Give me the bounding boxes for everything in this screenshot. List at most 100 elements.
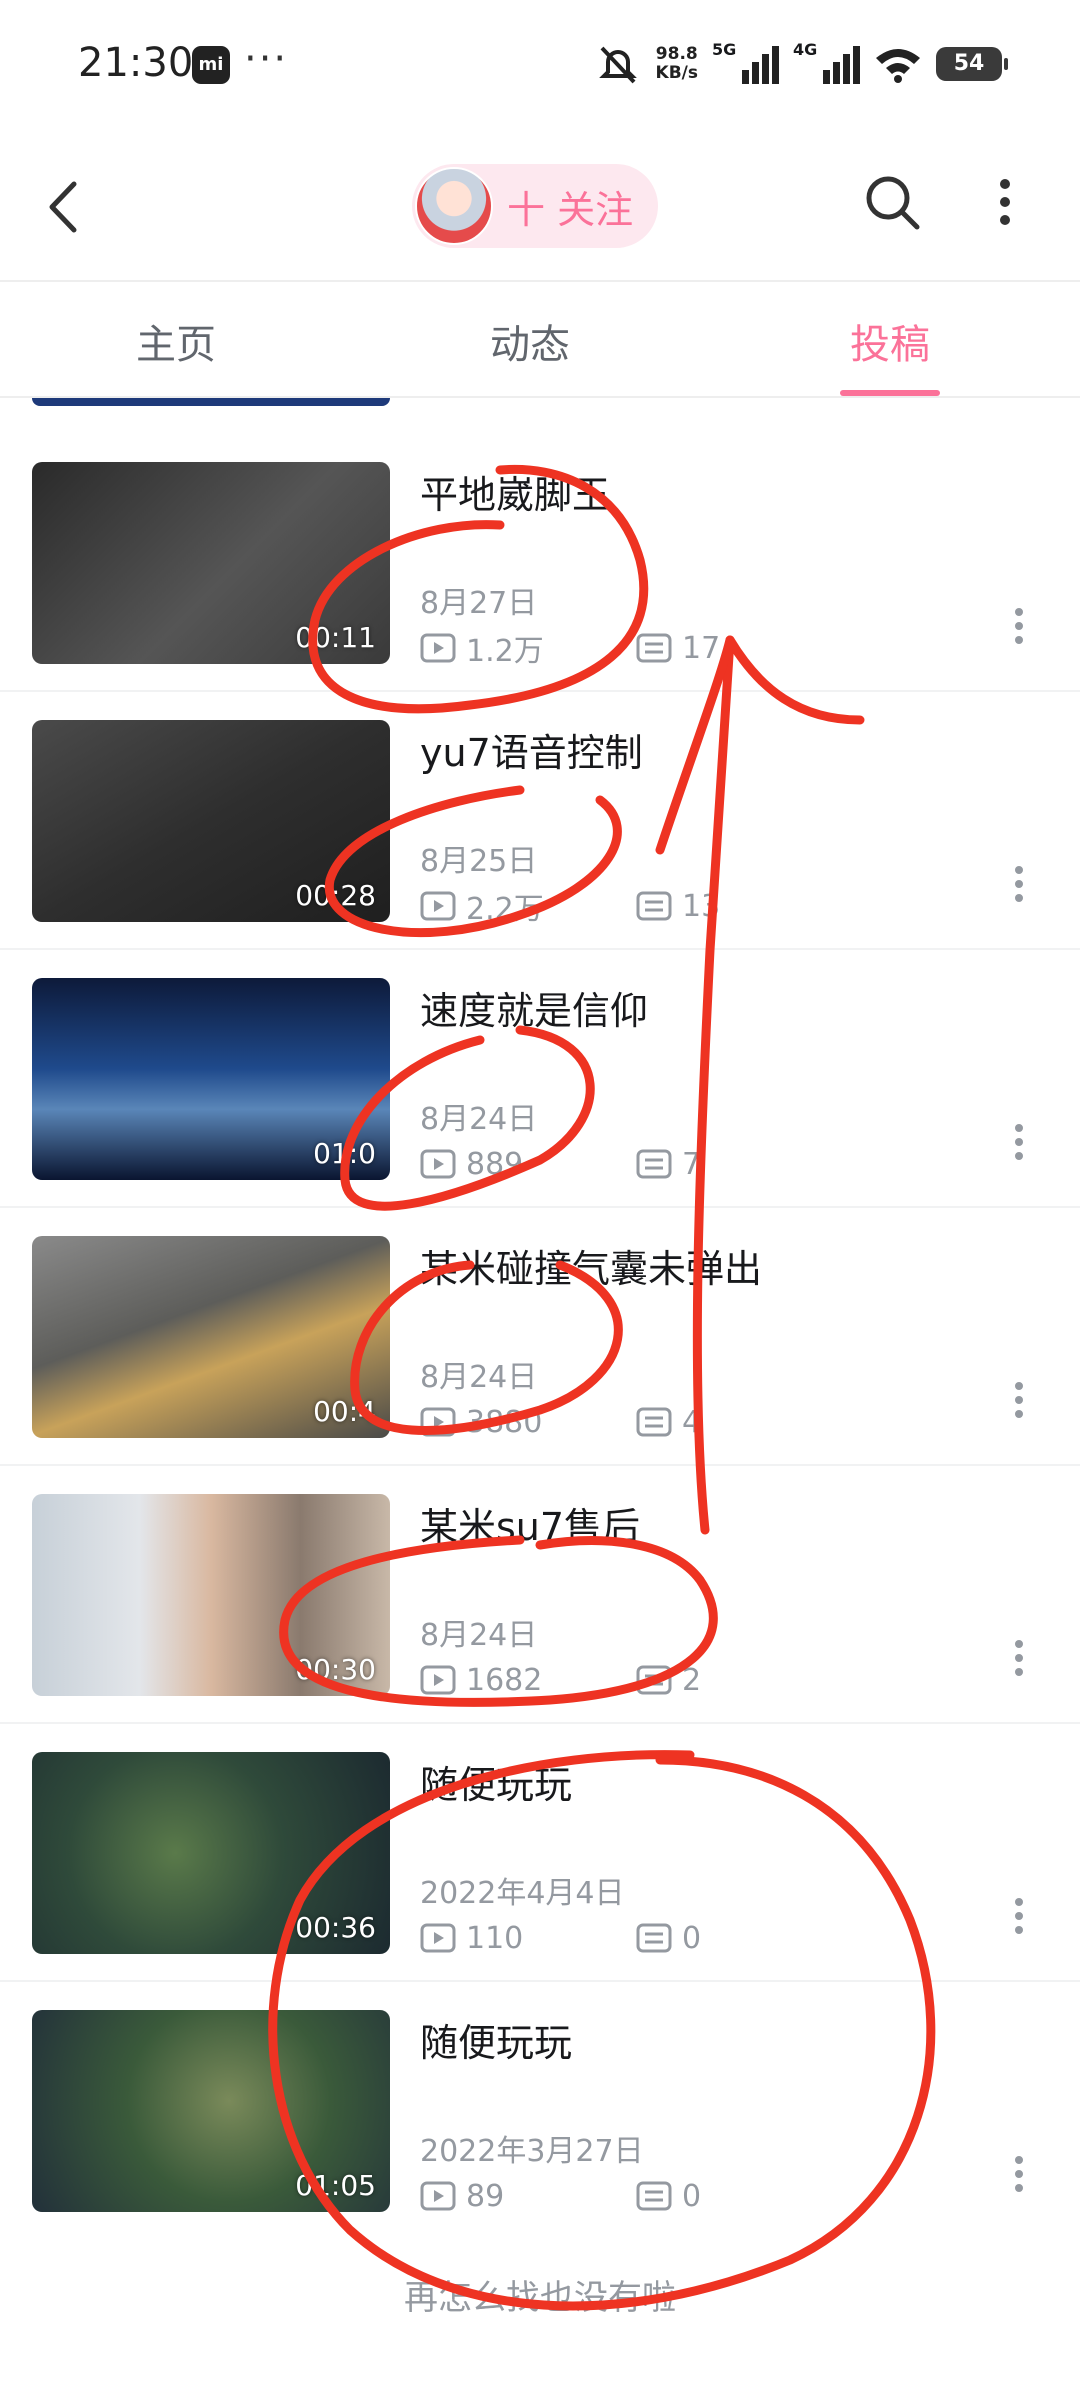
play-count-icon bbox=[420, 633, 456, 663]
danmaku-count-icon bbox=[636, 891, 672, 921]
end-of-list-text: 再怎么找也没有啦 bbox=[404, 2278, 676, 2318]
comment-count: 7 bbox=[682, 1146, 702, 1182]
tab-dynamics[interactable]: 动态 bbox=[490, 312, 570, 370]
tab-home[interactable]: 主页 bbox=[136, 312, 216, 370]
item-more-icon[interactable] bbox=[1014, 606, 1024, 646]
video-item[interactable]: 00:11 平地崴脚王 8月27日 1.2万 17 bbox=[0, 434, 1080, 692]
danmaku-count-icon bbox=[636, 1407, 672, 1437]
play-count-icon bbox=[420, 1407, 456, 1437]
item-more-icon[interactable] bbox=[1014, 1122, 1024, 1162]
video-date: 8月24日 bbox=[420, 1360, 538, 1395]
video-comments: 13 bbox=[636, 886, 720, 926]
video-date: 8月25日 bbox=[420, 844, 538, 879]
network-speed-value: 98.8 bbox=[655, 44, 698, 64]
view-count: 2.2万 bbox=[466, 892, 544, 927]
video-thumbnail[interactable]: 00:11 bbox=[32, 462, 390, 664]
video-thumbnail[interactable]: 00:36 bbox=[32, 1752, 390, 1954]
video-duration: 01:05 bbox=[295, 2169, 376, 2202]
video-comments: 0 bbox=[636, 2176, 701, 2216]
follow-button[interactable]: 十 关注 bbox=[412, 164, 658, 248]
view-count: 3880 bbox=[466, 1404, 543, 1440]
item-more-icon[interactable] bbox=[1014, 1638, 1024, 1678]
video-item[interactable]: 00:4 某米碰撞气囊未弹出 8月24日 3880 4 bbox=[0, 1208, 1080, 1466]
play-count-icon bbox=[420, 1923, 456, 1953]
item-more-icon[interactable] bbox=[1014, 1380, 1024, 1420]
video-views: 110 bbox=[420, 1918, 523, 1958]
video-list[interactable]: 00:11 平地崴脚王 8月27日 1.2万 17 00:28 yu7语音控制 … bbox=[0, 398, 1080, 2348]
video-comments: 2 bbox=[636, 1660, 701, 1700]
video-duration: 01:0 bbox=[313, 1137, 376, 1170]
video-thumbnail[interactable]: 00:30 bbox=[32, 1494, 390, 1696]
item-more-icon[interactable] bbox=[1014, 2154, 1024, 2194]
play-count-icon bbox=[420, 2181, 456, 2211]
video-title[interactable]: 速度就是信仰 bbox=[420, 980, 648, 1035]
video-comments: 7 bbox=[636, 1144, 701, 1184]
video-title[interactable]: yu7语音控制 bbox=[420, 722, 643, 777]
video-views: 889 bbox=[420, 1144, 523, 1184]
comment-count: 13 bbox=[682, 888, 721, 924]
video-date: 2022年3月27日 bbox=[420, 2134, 644, 2169]
play-count-icon bbox=[420, 1665, 456, 1695]
mute-bell-icon bbox=[598, 46, 637, 84]
video-duration: 00:4 bbox=[313, 1395, 376, 1428]
back-icon[interactable] bbox=[40, 172, 90, 242]
video-item[interactable]: 01:0 速度就是信仰 8月24日 889 7 bbox=[0, 950, 1080, 1208]
video-date: 8月24日 bbox=[420, 1102, 538, 1137]
uploader-avatar[interactable] bbox=[415, 167, 493, 245]
video-item[interactable]: 00:36 随便玩玩 2022年4月4日 110 0 bbox=[0, 1724, 1080, 1982]
danmaku-count-icon bbox=[636, 1665, 672, 1695]
wifi-icon bbox=[876, 49, 920, 83]
video-item[interactable]: 00:28 yu7语音控制 8月25日 2.2万 13 bbox=[0, 692, 1080, 950]
danmaku-count-icon bbox=[636, 1923, 672, 1953]
status-bar: 21:30 mi ··· 98.8 KB/s 5G 4G 54 bbox=[0, 0, 1080, 130]
profile-tabs: 主页 动态 投稿 bbox=[0, 280, 1080, 398]
video-date: 8月24日 bbox=[420, 1618, 538, 1653]
comment-count: 4 bbox=[682, 1404, 702, 1440]
view-count: 89 bbox=[466, 2178, 505, 2214]
video-comments: 17 bbox=[636, 628, 720, 668]
video-title[interactable]: 平地崴脚王 bbox=[420, 464, 610, 519]
danmaku-count-icon bbox=[636, 633, 672, 663]
signal-sim1-icon: 5G bbox=[712, 40, 779, 84]
comment-count: 2 bbox=[682, 1662, 702, 1698]
video-title[interactable]: 随便玩玩 bbox=[420, 2012, 572, 2067]
video-duration: 00:36 bbox=[295, 1911, 376, 1944]
video-views: 89 bbox=[420, 2176, 504, 2216]
video-views: 3880 bbox=[420, 1402, 542, 1442]
view-count: 889 bbox=[466, 1146, 524, 1182]
danmaku-count-icon bbox=[636, 2181, 672, 2211]
video-title[interactable]: 某米su7售后 bbox=[420, 1496, 640, 1551]
video-views: 1682 bbox=[420, 1660, 542, 1700]
comment-count: 17 bbox=[682, 630, 721, 666]
video-comments: 0 bbox=[636, 1918, 701, 1958]
video-thumbnail[interactable]: 01:0 bbox=[32, 978, 390, 1180]
more-options-icon[interactable] bbox=[990, 172, 1020, 232]
tab-uploads[interactable]: 投稿 bbox=[850, 312, 930, 370]
video-views: 1.2万 bbox=[420, 628, 544, 669]
view-count: 110 bbox=[466, 1920, 524, 1956]
previous-item-fragment bbox=[32, 398, 390, 406]
video-comments: 4 bbox=[636, 1402, 701, 1442]
sim1-label: 5G bbox=[712, 40, 737, 59]
item-more-icon[interactable] bbox=[1014, 864, 1024, 904]
item-more-icon[interactable] bbox=[1014, 1896, 1024, 1936]
video-date: 2022年4月4日 bbox=[420, 1876, 625, 1911]
video-duration: 00:30 bbox=[295, 1653, 376, 1686]
active-tab-indicator bbox=[840, 390, 940, 396]
comment-count: 0 bbox=[682, 1920, 702, 1956]
network-speed: 98.8 KB/s bbox=[656, 45, 698, 83]
video-title[interactable]: 某米碰撞气囊未弹出 bbox=[420, 1238, 762, 1293]
battery-indicator: 54 bbox=[936, 47, 1008, 81]
video-thumbnail[interactable]: 00:4 bbox=[32, 1236, 390, 1438]
video-item[interactable]: 01:05 随便玩玩 2022年3月27日 89 0 bbox=[0, 1982, 1080, 2240]
video-thumbnail[interactable]: 01:05 bbox=[32, 2010, 390, 2212]
play-count-icon bbox=[420, 1149, 456, 1179]
video-date: 8月27日 bbox=[420, 586, 538, 621]
danmaku-count-icon bbox=[636, 1149, 672, 1179]
search-icon[interactable] bbox=[862, 172, 922, 232]
play-count-icon bbox=[420, 891, 456, 921]
video-views: 2.2万 bbox=[420, 886, 544, 927]
video-title[interactable]: 随便玩玩 bbox=[420, 1754, 572, 1809]
video-item[interactable]: 00:30 某米su7售后 8月24日 1682 2 bbox=[0, 1466, 1080, 1724]
video-thumbnail[interactable]: 00:28 bbox=[32, 720, 390, 922]
